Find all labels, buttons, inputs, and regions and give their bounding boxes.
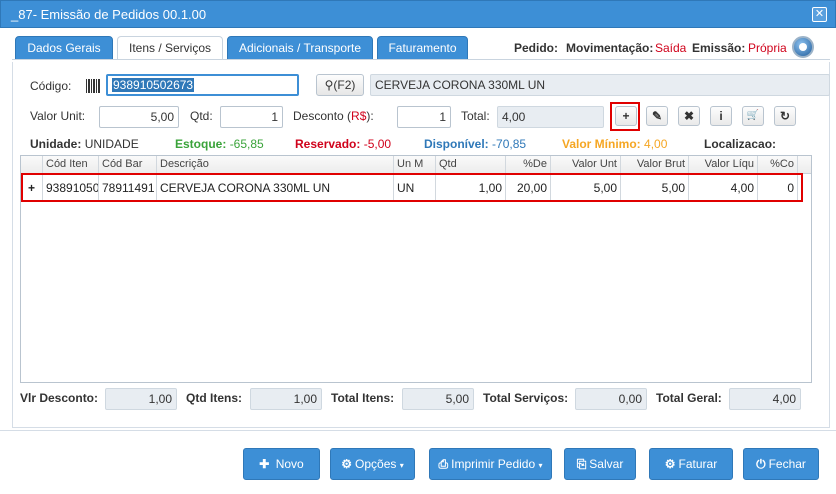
codigo-label: Código:	[30, 79, 72, 93]
qtd-itens-field: 1,00	[250, 388, 322, 410]
novo-button[interactable]: ✚ Novo	[243, 448, 320, 480]
emissao-value: Própria	[748, 41, 787, 55]
codigo-input[interactable]: 938910502673	[106, 74, 299, 96]
total-geral-field: 4,00	[729, 388, 801, 410]
disponivel-info: Disponível: -70,85	[424, 137, 527, 151]
caret-down-icon: ▾	[538, 461, 543, 470]
salvar-button[interactable]: ⎘ Salvar	[564, 448, 636, 480]
tab-dados-gerais[interactable]: Dados Gerais	[15, 36, 113, 60]
barcode-icon	[86, 79, 100, 93]
vlr-desconto-label: Vlr Desconto:	[20, 391, 99, 405]
qtd-label: Qtd:	[190, 109, 213, 123]
total-servicos-field: 0,00	[575, 388, 647, 410]
col-cod-item[interactable]: Cód Iten	[43, 156, 99, 174]
desconto-label: Desconto (R$):	[293, 109, 374, 123]
refresh-button[interactable]: ↻	[774, 106, 796, 126]
plus-icon: ✚	[259, 457, 270, 471]
descricao-field: CERVEJA CORONA 330ML UN	[370, 74, 830, 96]
close-icon[interactable]: ✕	[812, 7, 827, 22]
valor-unit-label: Valor Unit:	[30, 109, 86, 123]
grid-header-expand	[21, 156, 43, 174]
col-qtd[interactable]: Qtd	[436, 156, 506, 174]
desconto-input[interactable]: 1	[397, 106, 451, 128]
col-valor-unt[interactable]: Valor Unt	[551, 156, 621, 174]
cart-button[interactable]: 🛒	[742, 106, 764, 126]
total-label: Total:	[461, 109, 490, 123]
col-un[interactable]: Un M	[394, 156, 436, 174]
reservado-info: Reservado: -5,00	[295, 137, 392, 151]
total-field: 4,00	[497, 106, 604, 128]
save-icon: ⎘	[576, 457, 587, 471]
faturar-button[interactable]: ⚙ Faturar	[649, 448, 733, 480]
cart-icon: 🛒	[746, 110, 760, 121]
estoque-info: Estoque: -65,85	[175, 137, 264, 151]
vlr-desconto-field: 1,00	[105, 388, 177, 410]
tab-faturamento[interactable]: Faturamento	[377, 36, 468, 60]
total-servicos-label: Total Serviços:	[483, 391, 569, 405]
valor-minimo-info: Valor Mínimo: 4,00	[562, 137, 668, 151]
delete-item-button[interactable]: ✖	[678, 106, 700, 126]
col-descricao[interactable]: Descrição	[157, 156, 394, 174]
emissao-label: Emissão:	[692, 41, 746, 55]
movimentacao-label: Movimentação:	[566, 41, 654, 55]
refresh-icon: ↻	[779, 109, 791, 123]
power-icon: ⏻	[756, 457, 766, 471]
total-geral-label: Total Geral:	[656, 391, 722, 405]
gear-icon: ⚙	[664, 457, 676, 471]
caret-down-icon: ▾	[399, 461, 404, 470]
highlight-box	[610, 102, 640, 131]
qtd-itens-label: Qtd Itens:	[186, 391, 242, 405]
printer-icon: ⎙	[438, 457, 449, 471]
tab-divider	[12, 59, 830, 60]
col-desc-pct[interactable]: %De	[506, 156, 551, 174]
pedido-label: Pedido:	[514, 41, 558, 55]
info-icon: i	[719, 109, 723, 123]
info-button[interactable]: i	[710, 106, 732, 126]
edit-item-button[interactable]: ✎	[646, 106, 668, 126]
delete-icon: ✖	[683, 109, 695, 123]
qtd-input[interactable]: 1	[220, 106, 283, 128]
col-valor-liquido[interactable]: Valor Líqu	[689, 156, 758, 174]
opcoes-button[interactable]: ⚙ Opções ▾	[330, 448, 415, 480]
edit-icon: ✎	[651, 109, 663, 123]
row-highlight-box	[21, 173, 803, 202]
search-button[interactable]: ⚲(F2)	[316, 74, 364, 96]
footer-divider	[0, 430, 836, 431]
grid-header: Cód Iten Cód Bar Descrição Un M Qtd %De …	[21, 156, 811, 174]
gear-icon[interactable]	[792, 36, 814, 58]
col-valor-bruto[interactable]: Valor Brut	[621, 156, 689, 174]
window-title: _87- Emissão de Pedidos 00.1.00	[11, 7, 207, 22]
gear-icon: ⚙	[341, 457, 353, 471]
imprimir-pedido-button[interactable]: ⎙ Imprimir Pedido ▾	[429, 448, 552, 480]
unidade-info: Unidade: UNIDADE	[30, 137, 139, 151]
col-cod-bar[interactable]: Cód Bar	[99, 156, 157, 174]
movimentacao-value: Saída	[655, 41, 687, 55]
tab-itens-servicos[interactable]: Itens / Serviços	[117, 36, 223, 60]
fechar-button[interactable]: ⏻ Fechar	[743, 448, 819, 480]
valor-unit-input[interactable]: 5,00	[99, 106, 179, 128]
tab-adicionais-transporte[interactable]: Adicionais / Transporte	[227, 36, 373, 60]
title-bar: _87- Emissão de Pedidos 00.1.00 ✕	[0, 0, 836, 28]
col-comissao[interactable]: %Co	[758, 156, 798, 174]
localizacao-info: Localizacao:	[704, 137, 777, 151]
total-itens-field: 5,00	[402, 388, 474, 410]
total-itens-label: Total Itens:	[331, 391, 395, 405]
